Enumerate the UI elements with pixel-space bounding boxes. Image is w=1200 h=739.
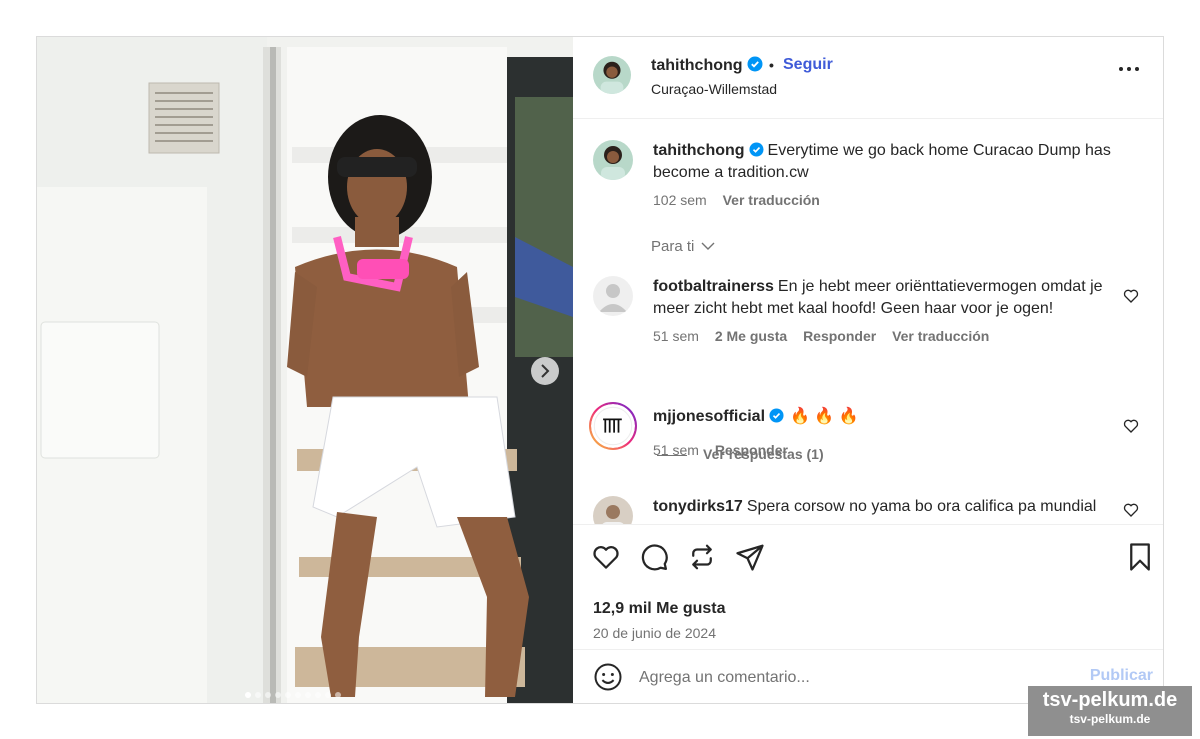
post-actions: 12,9 mil Me gusta 20 de junio de 2024 [573,524,1163,644]
instagram-post: tahithchong • Seguir Curaçao-Willemstad … [36,36,1164,704]
author-name-row: tahithchong [651,56,763,75]
carousel-indicator [245,685,345,698]
carousel-dot [335,692,341,698]
avatar-image [593,140,633,180]
publish-button[interactable]: Publicar [1090,667,1153,685]
comment-text: footbaltrainerss En je hebt meer oriëntta… [653,276,1123,320]
save-bookmark-icon[interactable] [1125,542,1155,572]
emoji-icon[interactable] [593,662,623,692]
caption-age: 102 sem [653,192,707,208]
photo-yacht-stairs [37,37,573,703]
carousel-dot [325,692,331,698]
comment-username[interactable]: footbaltrainerss [653,278,774,295]
share-send-icon[interactable] [735,542,765,572]
like-comment-heart-icon[interactable] [1123,288,1139,304]
watermark-overlay: tsv-pelkum.de tsv-pelkum.de [1028,686,1192,736]
avatar-image [593,496,633,524]
chevron-down-icon [701,242,715,250]
carousel-dot [315,692,321,698]
comment-body: Spera corsow no yama bo ora califica pa … [746,498,1097,515]
carousel-dot [305,692,311,698]
carousel-dot [255,692,261,698]
verified-badge-icon [749,142,764,157]
carousel-next-button[interactable] [531,357,559,385]
chevron-right-icon [541,364,550,378]
default-user-icon [593,276,633,316]
comment-text: tonydirks17 Spera corsow no yama bo ora c… [653,496,1123,518]
comment-meta: 51 sem 2 Me gusta Responder Ver traducci… [653,328,1001,344]
carousel-dot [285,692,291,698]
caption-translate-link[interactable]: Ver traducción [723,192,820,208]
carousel-dot [245,692,251,698]
separator-dot: • [769,57,774,73]
comment-bubble-icon[interactable] [639,542,669,572]
post-sidebar: tahithchong • Seguir Curaçao-Willemstad … [573,37,1163,703]
caption-avatar[interactable] [593,140,633,180]
comment-input[interactable] [639,666,1059,690]
post-photo[interactable] [37,37,573,703]
comments-list[interactable]: tahithchong Everytime we go back home Cur… [573,120,1163,524]
story-avatar[interactable] [589,402,637,450]
caption-text: tahithchong Everytime we go back home Cur… [653,140,1123,184]
commenter-avatar[interactable] [593,276,633,316]
translate-link[interactable]: Ver traducción [892,328,989,344]
caption-meta: 102 sem Ver traducción [653,192,832,208]
like-heart-icon[interactable] [591,542,621,572]
filter-label: Para ti [651,238,695,255]
carousel-dot [275,692,281,698]
author-username[interactable]: tahithchong [651,57,743,74]
author-avatar[interactable] [593,56,631,94]
brand-logo-icon [591,404,635,448]
verified-badge-icon [769,408,784,423]
avatar-image [593,56,631,94]
more-options-button[interactable] [1119,65,1139,73]
more-dot-icon [1135,67,1139,71]
comment-username[interactable]: mjjonesofficial [653,408,765,425]
comment-age: 51 sem [653,328,699,344]
verified-badge-icon [747,56,763,72]
comment-username[interactable]: tonydirks17 [653,498,743,515]
post-header: tahithchong • Seguir Curaçao-Willemstad [573,37,1163,119]
comment-text: mjjonesofficial 🔥 🔥 🔥 [653,406,1123,428]
view-replies-label: Ver respuestas (1) [703,446,824,462]
reply-button[interactable]: Responder [803,328,876,344]
like-count[interactable]: 12,9 mil Me gusta [593,600,726,618]
like-comment-heart-icon[interactable] [1123,418,1139,434]
comment-filter-dropdown[interactable]: Para ti [651,238,715,255]
watermark-line-1: tsv-pelkum.de [1042,689,1178,711]
like-comment-heart-icon[interactable] [1123,502,1139,518]
follow-button[interactable]: Seguir [783,56,833,74]
post-date: 20 de junio de 2024 [593,625,716,641]
replies-divider [657,454,687,456]
comment-body: 🔥 🔥 🔥 [790,408,859,425]
view-replies-button[interactable]: Ver respuestas (1) [657,446,824,462]
post-location[interactable]: Curaçao-Willemstad [651,81,777,97]
repost-icon[interactable] [687,542,717,572]
commenter-avatar[interactable] [593,496,633,524]
carousel-dot [265,692,271,698]
watermark-line-2: tsv-pelkum.de [1069,712,1151,726]
caption-username[interactable]: tahithchong [653,142,745,159]
comment-likes[interactable]: 2 Me gusta [715,328,787,344]
more-dot-icon [1127,67,1131,71]
more-dot-icon [1119,67,1123,71]
carousel-dot [295,692,301,698]
